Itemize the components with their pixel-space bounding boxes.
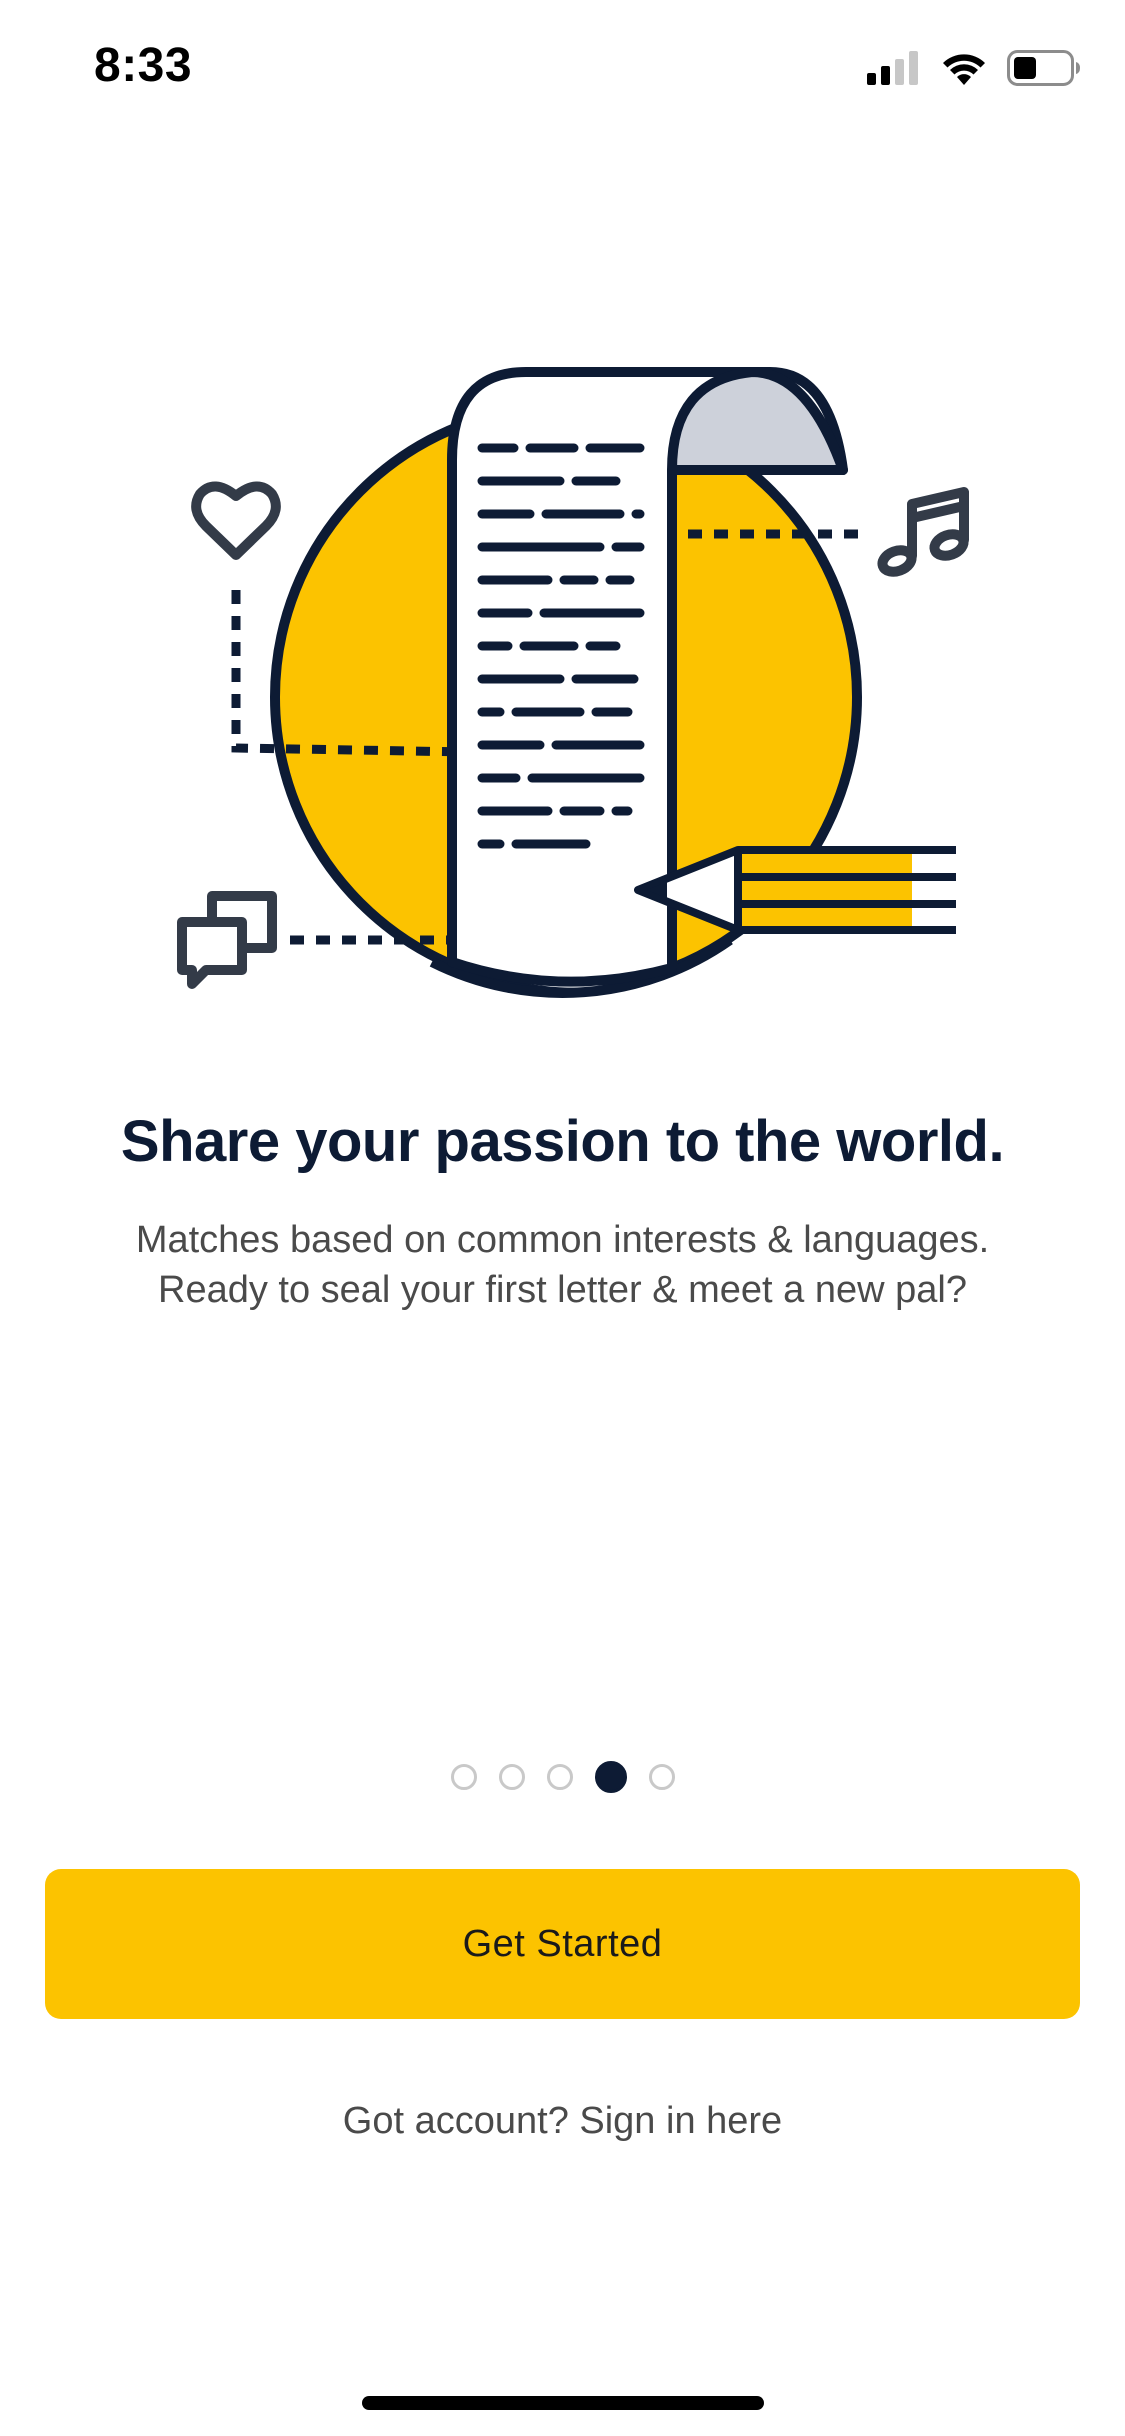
- heart-icon: [191, 481, 281, 560]
- page-indicator: [0, 1761, 1125, 1793]
- page-dot-2[interactable]: [498, 1764, 525, 1790]
- page-dot-5[interactable]: [648, 1764, 675, 1790]
- status-bar: 8:33: [0, 0, 1125, 140]
- chat-bubbles-icon: [177, 891, 277, 989]
- page-dot-3[interactable]: [546, 1764, 573, 1790]
- page-dot-4-active[interactable]: [594, 1761, 627, 1793]
- page-dot-1[interactable]: [450, 1764, 477, 1790]
- get-started-button[interactable]: Get Started: [45, 1869, 1080, 2019]
- cellular-signal-icon: [867, 51, 918, 85]
- status-icons: [867, 48, 1081, 88]
- subtitle-line-1: Matches based on common interests & lang…: [135, 1219, 990, 1261]
- battery-icon: [1007, 50, 1080, 86]
- onboarding-headline: Share your passion to the world.: [120, 1109, 1005, 1174]
- home-indicator[interactable]: [362, 2396, 764, 2410]
- music-note-icon: [877, 487, 969, 577]
- wifi-icon: [943, 54, 985, 85]
- sign-in-link[interactable]: Got account? Sign in here: [0, 2100, 1125, 2143]
- subtitle-line-2: Ready to seal your first letter & meet a…: [158, 1269, 967, 1311]
- status-time: 8:33: [94, 39, 193, 92]
- onboarding-illustration: [177, 367, 969, 998]
- onboarding-subtitle: Matches based on common interests & lang…: [60, 1215, 1065, 1315]
